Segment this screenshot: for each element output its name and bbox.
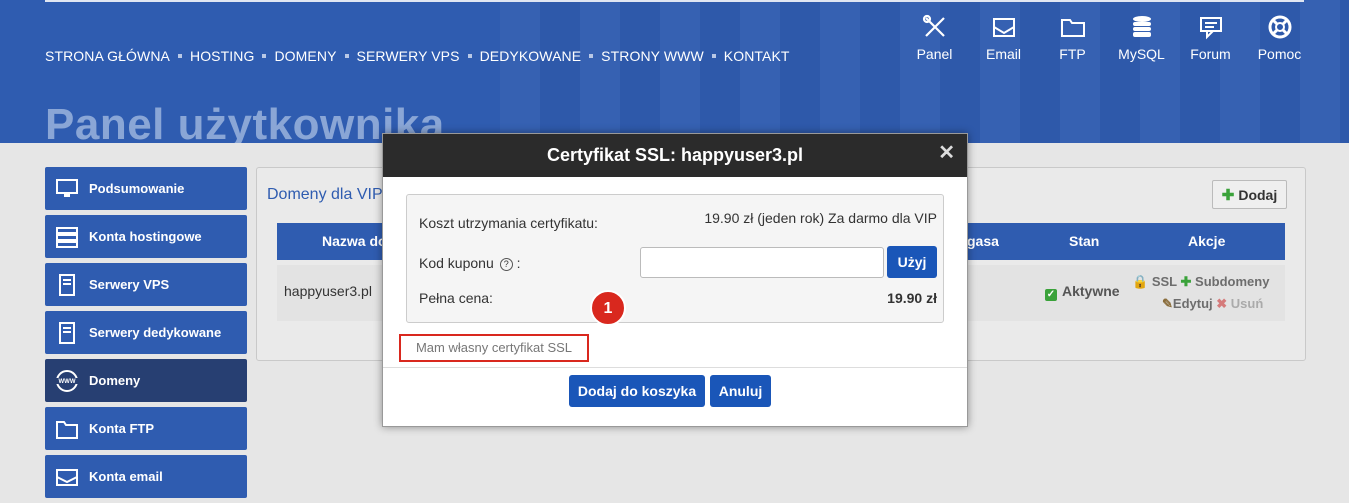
coupon-label-suffix: : <box>516 255 521 271</box>
modal-overlay: Certyfikat SSL: happyuser3.pl ✕ Koszt ut… <box>0 0 1349 499</box>
price-info-box: Koszt utrzymania certyfikatu: 19.90 zł (… <box>406 194 944 323</box>
step-badge: 1 <box>590 290 626 326</box>
cost-value: 19.90 zł (jeden rok) Za darmo dla VIP <box>704 210 937 226</box>
full-price-label: Pełna cena: <box>419 290 493 306</box>
help-icon[interactable]: ? <box>499 258 513 271</box>
cost-label: Koszt utrzymania certyfikatu: <box>419 215 598 231</box>
coupon-code-input[interactable] <box>640 247 884 278</box>
close-icon[interactable]: ✕ <box>938 132 955 175</box>
cancel-button[interactable]: Anuluj <box>710 375 771 407</box>
own-certificate-link[interactable]: Mam własny certyfikat SSL <box>399 334 589 362</box>
apply-coupon-button[interactable]: Użyj <box>887 246 937 278</box>
add-to-cart-button[interactable]: Dodaj do koszyka <box>569 375 705 407</box>
modal-title: Certyfikat SSL: happyuser3.pl <box>546 145 804 165</box>
modal-header: Certyfikat SSL: happyuser3.pl ✕ <box>383 134 967 177</box>
coupon-label: Kod kuponu <box>419 255 494 271</box>
modal-footer-divider <box>383 367 967 368</box>
ssl-certificate-modal: Certyfikat SSL: happyuser3.pl ✕ Koszt ut… <box>382 133 968 427</box>
coupon-label-row: Kod kuponu? : <box>419 255 521 271</box>
full-price-value: 19.90 zł <box>887 290 937 306</box>
